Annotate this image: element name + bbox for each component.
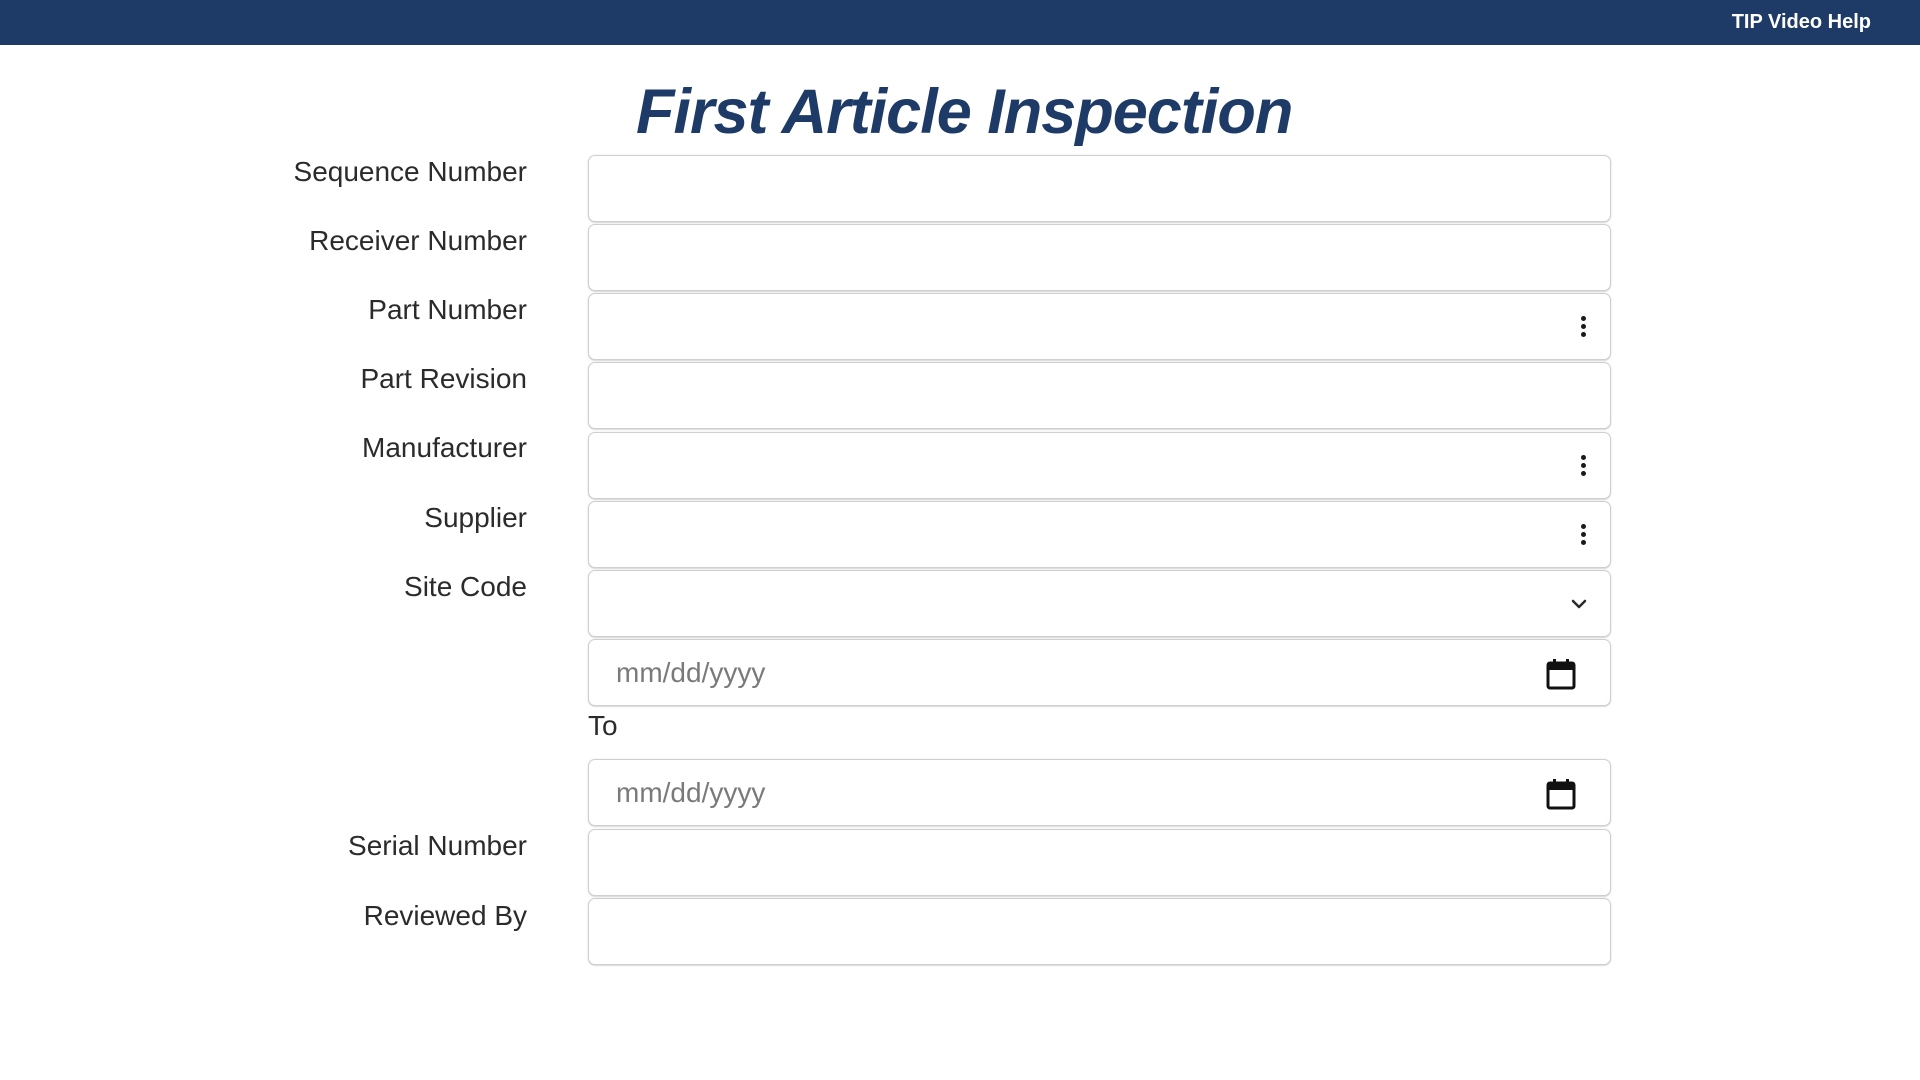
manufacturer-kebab-icon[interactable]: [1579, 455, 1587, 479]
site-code-label: Site Code: [404, 571, 527, 602]
sequence-number-input[interactable]: [588, 155, 1611, 222]
site-code-select[interactable]: [588, 570, 1611, 637]
supplier-kebab-icon[interactable]: [1579, 524, 1587, 548]
date-range-to-label: To: [588, 710, 618, 741]
date-from-input[interactable]: mm/dd/yyyy: [588, 639, 1611, 706]
date-from-placeholder: mm/dd/yyyy: [616, 657, 766, 688]
page-title: First Article Inspection: [636, 77, 1293, 147]
date-to-placeholder: mm/dd/yyyy: [616, 777, 766, 808]
tip-video-help-link[interactable]: TIP Video Help: [1732, 0, 1871, 45]
receiver-number-label: Receiver Number: [309, 225, 527, 256]
part-number-label: Part Number: [368, 294, 527, 325]
reviewed-by-input[interactable]: [588, 898, 1611, 965]
receiver-number-input[interactable]: [588, 224, 1611, 291]
calendar-icon[interactable]: [1546, 658, 1576, 690]
date-to-input[interactable]: mm/dd/yyyy: [588, 759, 1611, 826]
reviewed-by-label: Reviewed By: [363, 900, 527, 931]
part-number-input[interactable]: [588, 293, 1611, 360]
part-revision-input[interactable]: [588, 362, 1611, 429]
calendar-icon[interactable]: [1546, 778, 1576, 810]
supplier-label: Supplier: [424, 502, 527, 533]
chevron-down-icon[interactable]: [1564, 589, 1594, 619]
top-bar: TIP Video Help: [0, 0, 1920, 45]
sequence-number-label: Sequence Number: [293, 156, 527, 187]
part-revision-label: Part Revision: [360, 363, 527, 394]
supplier-input[interactable]: [588, 501, 1611, 568]
manufacturer-label: Manufacturer: [362, 432, 527, 463]
serial-number-input[interactable]: [588, 829, 1611, 896]
manufacturer-input[interactable]: [588, 432, 1611, 499]
serial-number-label: Serial Number: [348, 830, 527, 861]
part-number-kebab-icon[interactable]: [1579, 316, 1587, 340]
